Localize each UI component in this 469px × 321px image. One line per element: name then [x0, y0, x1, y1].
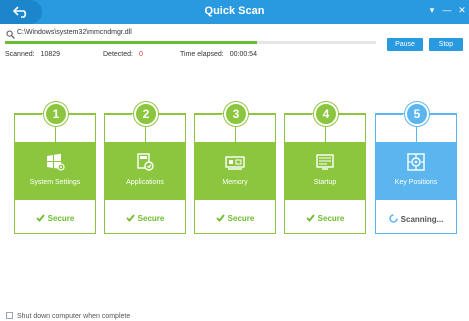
shutdown-checkbox[interactable]	[6, 312, 13, 319]
step-card-system-settings: 1 System Settings Secure	[14, 102, 96, 234]
step-card-key-positions: 5 Key Positions Scanning...	[375, 102, 457, 234]
step-status-text: Secure	[137, 214, 165, 223]
checkmark-icon	[36, 214, 45, 222]
detected-count: Detected: 0	[103, 51, 143, 58]
key-positions-icon	[407, 153, 425, 171]
step-status-text: Secure	[227, 214, 255, 223]
menu-dropdown-icon[interactable]: ▾	[425, 3, 439, 17]
minimize-button[interactable]: —	[440, 3, 454, 17]
scan-progress-bar	[5, 41, 376, 44]
step-name: System Settings	[29, 179, 81, 186]
scanned-count: Scanned: 10829	[5, 51, 60, 58]
step-status: Secure	[15, 214, 95, 223]
scanned-label: Scanned:	[5, 51, 35, 58]
step-number-badge: 2	[134, 102, 158, 126]
step-panel: Key Positions	[376, 142, 456, 200]
step-status: Secure	[195, 214, 275, 223]
shutdown-label: Shut down computer when complete	[17, 313, 131, 320]
pause-button[interactable]: Pause	[387, 38, 423, 51]
window-title: Quick Scan	[204, 5, 265, 17]
elapsed-label: Time elapsed:	[180, 51, 224, 58]
step-status: Scanning...	[376, 214, 456, 224]
step-name: Memory	[222, 179, 248, 186]
step-number-badge: 1	[44, 102, 68, 126]
step-panel: Memory	[195, 142, 275, 200]
step-status-text: Secure	[47, 214, 75, 223]
step-number-badge: 5	[405, 102, 429, 126]
scan-progress-fill	[5, 41, 258, 44]
memory-icon	[225, 156, 245, 170]
step-name: Applications	[126, 179, 164, 186]
step-status-text: Scanning...	[400, 215, 444, 224]
current-file-path: C:\Windows\system32\mmcndmgr.dll	[17, 29, 132, 36]
step-status-text: Secure	[317, 214, 345, 223]
scanned-value: 10829	[40, 51, 61, 58]
step-card-memory: 3 Memory Secure	[194, 102, 276, 234]
elapsed-value: 00:00:54	[229, 51, 257, 58]
checkmark-icon	[216, 214, 225, 222]
step-status: Secure	[285, 214, 365, 223]
step-name: Startup	[313, 179, 337, 186]
step-card-applications: 2 Applications Secure	[104, 102, 186, 234]
checkmark-icon	[306, 214, 315, 222]
step-number-badge: 3	[224, 102, 248, 126]
step-panel: System Settings	[15, 142, 95, 200]
search-icon	[6, 30, 15, 39]
detected-value: 0	[138, 51, 143, 58]
startup-icon	[316, 154, 334, 170]
close-button[interactable]: ✕	[455, 3, 469, 17]
step-card-startup: 4 Startup Secure	[284, 102, 366, 234]
stop-button[interactable]: Stop	[429, 38, 463, 51]
shutdown-option[interactable]: Shut down computer when complete	[6, 312, 130, 320]
step-panel: Startup	[285, 142, 365, 200]
step-number-badge: 4	[314, 102, 338, 126]
title-bar: Quick Scan ▾ — ✕	[0, 0, 469, 24]
detected-label: Detected:	[103, 51, 133, 58]
time-elapsed: Time elapsed: 00:00:54	[180, 51, 257, 58]
windows-settings-icon	[47, 153, 65, 171]
step-panel: Applications	[105, 142, 185, 200]
checkmark-icon	[126, 214, 135, 222]
step-name: Key Positions	[394, 179, 438, 186]
step-status: Secure	[105, 214, 185, 223]
spinner-icon	[388, 214, 398, 223]
applications-icon	[137, 153, 154, 171]
